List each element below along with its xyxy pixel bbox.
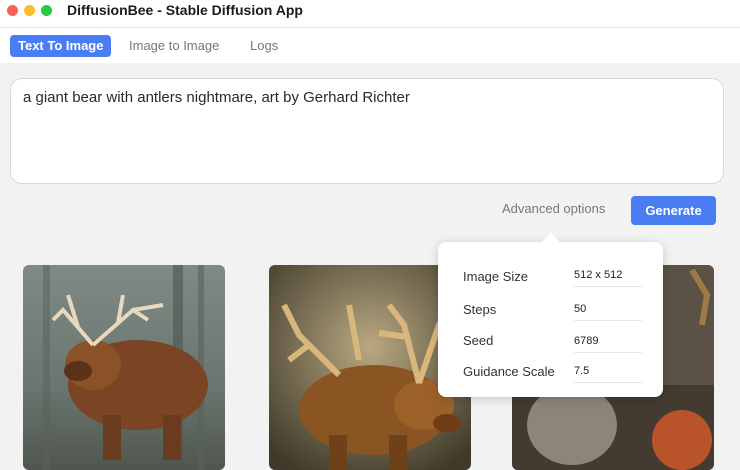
advanced-options-popover: Image Size 512 x 512 Steps 50 Seed 6789 … <box>438 233 663 397</box>
guidance-scale-label: Guidance Scale <box>463 364 555 379</box>
minimize-window-button[interactable] <box>24 5 35 16</box>
prompt-input[interactable]: a giant bear with antlers nightmare, art… <box>10 78 724 184</box>
steps-label: Steps <box>463 302 497 317</box>
title-bar: DiffusionBee - Stable Diffusion App <box>0 0 740 28</box>
seed-field[interactable]: 6789 <box>574 332 642 353</box>
tab-text-to-image[interactable]: Text To Image <box>10 35 112 57</box>
seed-label: Seed <box>463 333 494 348</box>
generated-image-1[interactable] <box>23 265 225 470</box>
guidance-scale-field[interactable]: 7.5 <box>574 362 642 383</box>
advanced-options-link[interactable]: Advanced options <box>502 201 605 216</box>
tab-image-to-image[interactable]: Image to Image <box>121 35 227 57</box>
image-size-label: Image Size <box>463 269 529 284</box>
tab-logs[interactable]: Logs <box>242 35 286 57</box>
tab-bar: Text To Image Image to Image Logs <box>0 28 740 63</box>
steps-field[interactable]: 50 <box>574 300 642 321</box>
window-title: DiffusionBee - Stable Diffusion App <box>67 2 303 18</box>
close-window-button[interactable] <box>7 5 18 16</box>
generate-button[interactable]: Generate <box>631 196 716 225</box>
image-size-field[interactable]: 512 x 512 <box>574 266 642 287</box>
zoom-window-button[interactable] <box>41 5 52 16</box>
